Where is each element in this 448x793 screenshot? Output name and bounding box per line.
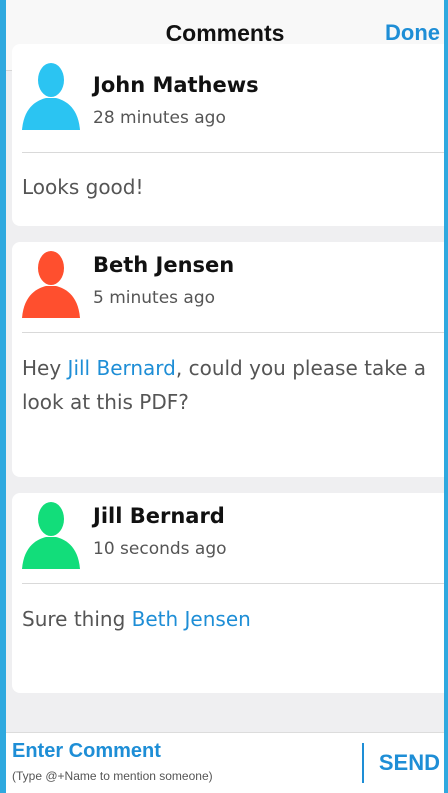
comment-text: Hey Jill Bernard, could you please take … [22, 351, 430, 419]
comment-divider [22, 152, 444, 153]
comment-author[interactable]: John Mathews [93, 73, 259, 97]
comment-composer: Enter Comment (Type @+Name to mention so… [6, 732, 444, 793]
avatar-jill-bernard [22, 502, 80, 569]
comment-card-beth-jensen: Beth Jensen 5 minutes ago Hey Jill Berna… [12, 242, 444, 477]
comment-text: Sure thing Beth Jensen [22, 602, 430, 636]
comment-text-part: Looks good! [22, 175, 144, 199]
comment-timestamp: 5 minutes ago [93, 288, 216, 308]
comment-text-part: Hey [22, 356, 68, 380]
avatar-john-mathews [22, 63, 80, 130]
comment-author[interactable]: Jill Bernard [93, 504, 225, 528]
comment-text-part: Sure thing [22, 607, 132, 631]
comment-timestamp: 10 seconds ago [93, 539, 227, 559]
send-button[interactable]: SEND [379, 750, 440, 776]
comment-divider [22, 583, 444, 584]
comment-author[interactable]: Beth Jensen [93, 253, 234, 277]
done-button[interactable]: Done [385, 20, 440, 46]
avatar-beth-jensen [22, 251, 80, 318]
comment-divider [22, 332, 444, 333]
mention-hint: (Type @+Name to mention someone) [12, 769, 213, 783]
page-title: Comments [165, 20, 285, 46]
comment-timestamp: 28 minutes ago [93, 108, 226, 128]
composer-divider [362, 743, 364, 783]
app-frame: Comments Done John Mathews 28 minutes ag… [0, 0, 448, 793]
comment-card-john-mathews: John Mathews 28 minutes ago Looks good! [12, 44, 444, 226]
comment-text: Looks good! [22, 170, 430, 204]
comment-card-jill-bernard: Jill Bernard 10 seconds ago Sure thing B… [12, 493, 444, 693]
mention-link[interactable]: Beth Jensen [132, 607, 251, 631]
comment-input[interactable]: Enter Comment (Type @+Name to mention so… [6, 733, 362, 793]
comment-input-placeholder: Enter Comment [12, 740, 161, 762]
mention-link[interactable]: Jill Bernard [68, 356, 176, 380]
